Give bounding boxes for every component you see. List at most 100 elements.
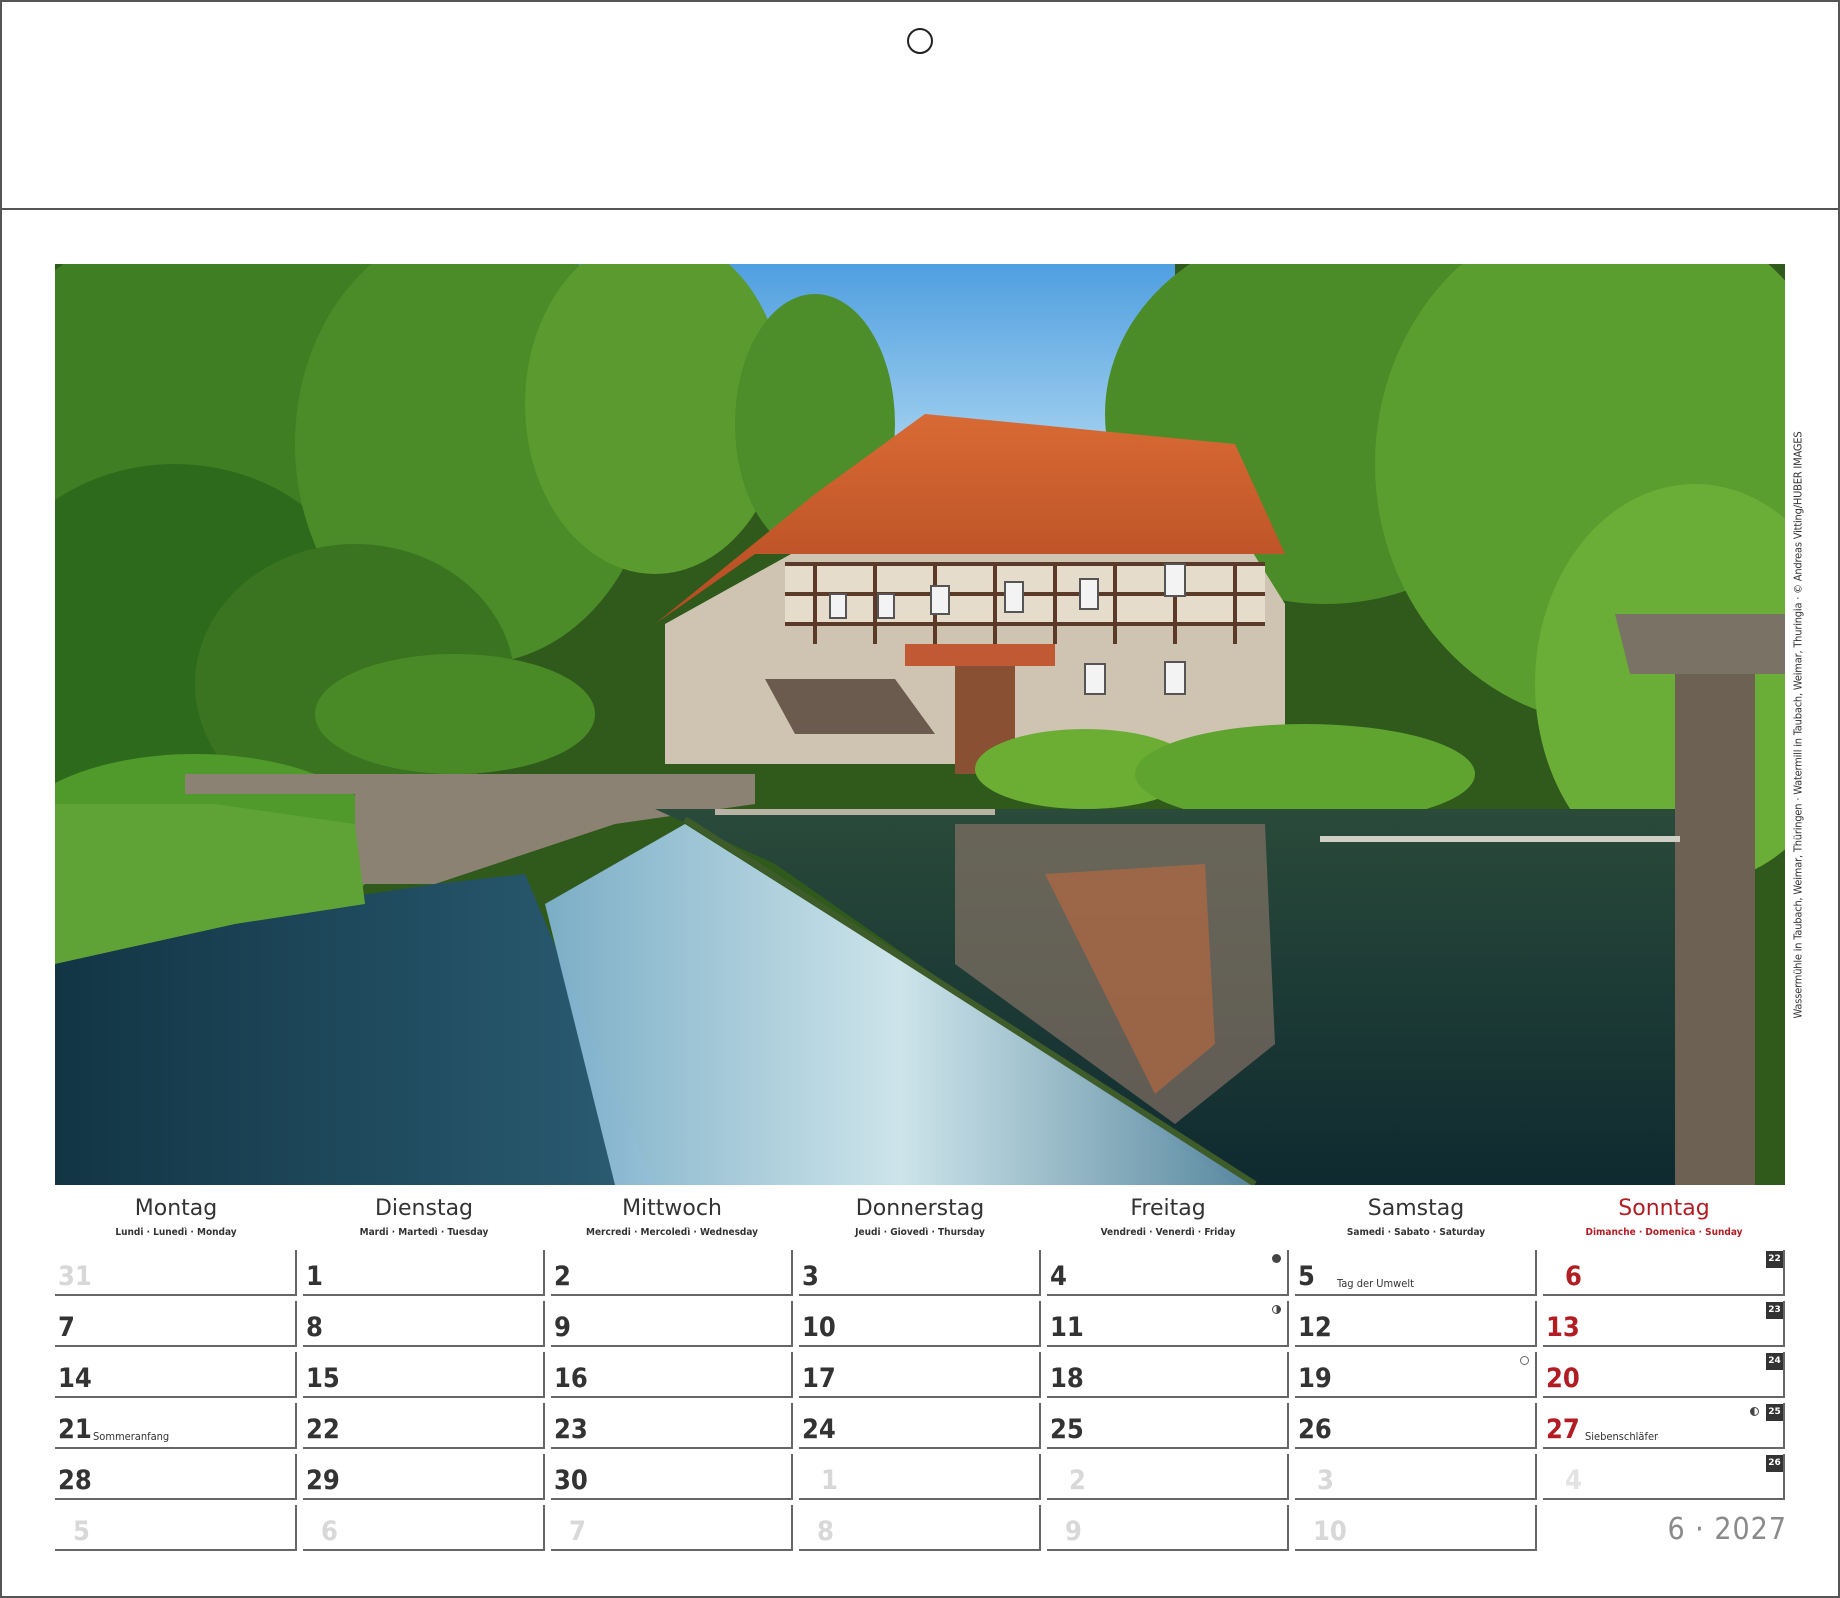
day-number: 24 — [802, 1414, 836, 1445]
day-cell: 19 — [1295, 1352, 1537, 1398]
day-number: 23 — [554, 1414, 588, 1445]
day-cell: 24 — [799, 1403, 1041, 1449]
day-number: 9 — [1065, 1516, 1082, 1547]
weekday-tuesday: Dienstag Mardi · Martedì · Tuesday — [303, 1196, 545, 1238]
day-number: 6 — [1565, 1261, 1582, 1292]
weekday-translations: Samedi · Sabato · Saturday — [1346, 1227, 1486, 1238]
day-number: 17 — [802, 1363, 836, 1394]
weekday-name: Mittwoch — [622, 1196, 722, 1221]
photo-credit: Wassermühle in Taubach, Weimar, Thüringe… — [1788, 264, 1808, 1185]
day-cell: 25 — [1047, 1403, 1289, 1449]
day-cell: 8 — [303, 1301, 545, 1347]
day-number: 5 — [1298, 1261, 1315, 1292]
day-number: 5 — [73, 1516, 90, 1547]
day-cell: 9 — [1047, 1505, 1289, 1551]
weekday-header-row: Montag Lundi · Lunedì · Monday Dienstag … — [55, 1196, 1787, 1248]
calendar-grid: 31 1 2 3 4 5 Tag der Umwelt 6 22 7 8 9 10 … — [55, 1250, 1787, 1551]
day-number: 18 — [1050, 1363, 1084, 1394]
day-number: 31 — [58, 1261, 92, 1292]
day-number: 1 — [306, 1261, 323, 1292]
day-cell: 2 — [551, 1250, 793, 1296]
day-cell: 31 — [55, 1250, 297, 1296]
day-number: 12 — [1298, 1312, 1332, 1343]
day-cell: 6 — [303, 1505, 545, 1551]
new-moon-icon — [1520, 1356, 1529, 1365]
day-number: 10 — [1313, 1516, 1347, 1547]
day-number: 2 — [554, 1261, 571, 1292]
first-quarter-moon-icon — [1750, 1407, 1759, 1416]
day-cell: 4 26 — [1543, 1454, 1785, 1500]
weekday-saturday: Samstag Samedi · Sabato · Saturday — [1295, 1196, 1537, 1238]
day-number: 10 — [802, 1312, 836, 1343]
day-cell: 30 — [551, 1454, 793, 1500]
day-cell: 9 — [551, 1301, 793, 1347]
day-number: 1 — [821, 1465, 838, 1496]
photo-credit-text: Wassermühle in Taubach, Weimar, Thüringe… — [1791, 431, 1805, 1018]
day-number: 20 — [1546, 1363, 1580, 1394]
day-number: 28 — [58, 1465, 92, 1496]
day-number: 4 — [1565, 1465, 1582, 1496]
weekday-translations: Jeudi · Giovedì · Thursday — [855, 1227, 985, 1238]
weekday-translations: Dimanche · Domenica · Sunday — [1585, 1227, 1743, 1238]
day-number: 8 — [306, 1312, 323, 1343]
day-number: 22 — [306, 1414, 340, 1445]
day-cell: 23 — [551, 1403, 793, 1449]
day-number: 7 — [569, 1516, 586, 1547]
day-cell: 28 — [55, 1454, 297, 1500]
holiday-note: Siebenschläfer — [1585, 1430, 1659, 1443]
day-number: 26 — [1298, 1414, 1332, 1445]
weekday-translations: Mardi · Martedì · Tuesday — [359, 1227, 489, 1238]
day-number: 14 — [58, 1363, 92, 1394]
day-number: 4 — [1050, 1261, 1067, 1292]
day-number: 3 — [802, 1261, 819, 1292]
day-number: 19 — [1298, 1363, 1332, 1394]
hanger-strip — [0, 0, 1840, 210]
weekday-name: Donnerstag — [855, 1196, 985, 1221]
hanging-hole — [907, 28, 933, 54]
day-number: 16 — [554, 1363, 588, 1394]
week-number-badge: 23 — [1766, 1302, 1783, 1319]
week-number-badge: 26 — [1766, 1455, 1783, 1472]
day-cell: 3 — [1295, 1454, 1537, 1500]
watermill-photo — [55, 264, 1785, 1185]
weekday-wednesday: Mittwoch Mercredi · Mercoledì · Wednesda… — [551, 1196, 793, 1238]
day-cell: 6 22 — [1543, 1250, 1785, 1296]
month-year-label: 6 · 2027 — [1667, 1512, 1787, 1547]
day-cell: 11 — [1047, 1301, 1289, 1347]
day-cell: 4 — [1047, 1250, 1289, 1296]
holiday-note: Sommeranfang — [93, 1430, 170, 1443]
day-number: 15 — [306, 1363, 340, 1394]
day-number: 29 — [306, 1465, 340, 1496]
holiday-note: Tag der Umwelt — [1337, 1277, 1414, 1290]
day-cell: 5 — [55, 1505, 297, 1551]
day-number: 6 — [321, 1516, 338, 1547]
day-number: 9 — [554, 1312, 571, 1343]
weekday-translations: Vendredi · Venerdì · Friday — [1100, 1227, 1236, 1238]
day-number: 2 — [1069, 1465, 1086, 1496]
day-cell: 3 — [799, 1250, 1041, 1296]
week-number-badge: 25 — [1766, 1404, 1783, 1421]
day-cell: 7 — [551, 1505, 793, 1551]
day-cell: 17 — [799, 1352, 1041, 1398]
day-number: 13 — [1546, 1312, 1580, 1343]
day-cell: 13 23 — [1543, 1301, 1785, 1347]
day-cell: 16 — [551, 1352, 793, 1398]
day-cell: 29 — [303, 1454, 545, 1500]
day-number: 7 — [58, 1312, 75, 1343]
weekday-monday: Montag Lundi · Lunedì · Monday — [55, 1196, 297, 1238]
day-cell: 1 — [303, 1250, 545, 1296]
full-moon-icon — [1272, 1254, 1281, 1263]
day-cell: 8 — [799, 1505, 1041, 1551]
week-number-badge: 22 — [1766, 1251, 1783, 1268]
day-cell: 27 Siebenschläfer 25 — [1543, 1403, 1785, 1449]
day-cell: 26 — [1295, 1403, 1537, 1449]
day-number: 30 — [554, 1465, 588, 1496]
weekday-name: Montag — [134, 1196, 218, 1221]
day-cell: 5 Tag der Umwelt — [1295, 1250, 1537, 1296]
day-cell: 18 — [1047, 1352, 1289, 1398]
weekday-translations: Lundi · Lunedì · Monday — [115, 1227, 237, 1238]
day-cell: 12 — [1295, 1301, 1537, 1347]
day-number: 21 — [58, 1414, 92, 1445]
weekday-friday: Freitag Vendredi · Venerdì · Friday — [1047, 1196, 1289, 1238]
weekday-name: Freitag — [1130, 1196, 1206, 1221]
